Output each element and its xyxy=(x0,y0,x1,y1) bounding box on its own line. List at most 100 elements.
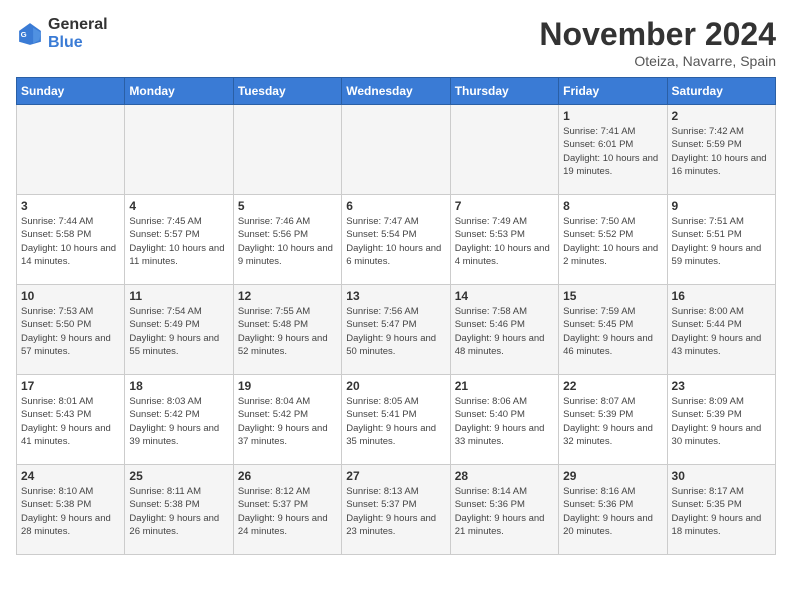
day-info: Sunrise: 7:55 AM Sunset: 5:48 PM Dayligh… xyxy=(238,305,337,358)
calendar-week-3: 10 Sunrise: 7:53 AM Sunset: 5:50 PM Dayli… xyxy=(17,285,776,375)
day-info: Sunrise: 7:53 AM Sunset: 5:50 PM Dayligh… xyxy=(21,305,120,358)
day-number: 17 xyxy=(21,379,120,393)
day-info: Sunrise: 7:47 AM Sunset: 5:54 PM Dayligh… xyxy=(346,215,445,268)
day-info: Sunrise: 8:04 AM Sunset: 5:42 PM Dayligh… xyxy=(238,395,337,448)
day-number: 9 xyxy=(672,199,771,213)
calendar-cell: 24Sunrise: 8:10 AM Sunset: 5:38 PM Dayli… xyxy=(17,465,125,555)
day-info: Sunrise: 8:17 AM Sunset: 5:35 PM Dayligh… xyxy=(672,485,771,538)
location: Oteiza, Navarre, Spain xyxy=(539,53,776,69)
calendar-cell: 30 Sunrise: 8:17 AM Sunset: 5:35 PM Dayli… xyxy=(667,465,775,555)
day-number: 23 xyxy=(672,379,771,393)
calendar-cell: 1Sunrise: 7:41 AM Sunset: 6:01 PM Daylig… xyxy=(559,105,667,195)
day-info: Sunrise: 7:49 AM Sunset: 5:53 PM Dayligh… xyxy=(455,215,554,268)
day-number: 7 xyxy=(455,199,554,213)
day-info: Sunrise: 8:16 AM Sunset: 5:36 PM Dayligh… xyxy=(563,485,662,538)
page-header: G General Blue November 2024 Oteiza, Nav… xyxy=(16,16,776,69)
day-number: 11 xyxy=(129,289,228,303)
day-number: 2 xyxy=(672,109,771,123)
day-number: 8 xyxy=(563,199,662,213)
calendar-cell: 13 Sunrise: 7:56 AM Sunset: 5:47 PM Dayli… xyxy=(342,285,450,375)
day-number: 5 xyxy=(238,199,337,213)
day-info: Sunrise: 7:45 AM Sunset: 5:57 PM Dayligh… xyxy=(129,215,228,268)
calendar-week-4: 17 Sunrise: 8:01 AM Sunset: 5:43 PM Dayli… xyxy=(17,375,776,465)
day-number: 30 xyxy=(672,469,771,483)
day-info: Sunrise: 7:42 AM Sunset: 5:59 PM Dayligh… xyxy=(672,125,771,178)
day-info: Sunrise: 7:50 AM Sunset: 5:52 PM Dayligh… xyxy=(563,215,662,268)
calendar-cell xyxy=(17,105,125,195)
weekday-header-row: SundayMondayTuesdayWednesdayThursdayFrid… xyxy=(17,78,776,105)
day-number: 4 xyxy=(129,199,228,213)
day-info: Sunrise: 8:09 AM Sunset: 5:39 PM Dayligh… xyxy=(672,395,771,448)
calendar-cell: 27 Sunrise: 8:13 AM Sunset: 5:37 PM Dayli… xyxy=(342,465,450,555)
logo-icon: G xyxy=(16,20,44,48)
day-info: Sunrise: 8:01 AM Sunset: 5:43 PM Dayligh… xyxy=(21,395,120,448)
day-number: 6 xyxy=(346,199,445,213)
calendar-cell: 2 Sunrise: 7:42 AM Sunset: 5:59 PM Daylig… xyxy=(667,105,775,195)
day-number: 3 xyxy=(21,199,120,213)
calendar-cell: 10 Sunrise: 7:53 AM Sunset: 5:50 PM Dayli… xyxy=(17,285,125,375)
weekday-header-friday: Friday xyxy=(559,78,667,105)
day-number: 10 xyxy=(21,289,120,303)
calendar-week-1: 1Sunrise: 7:41 AM Sunset: 6:01 PM Daylig… xyxy=(17,105,776,195)
calendar-cell: 15Sunrise: 7:59 AM Sunset: 5:45 PM Dayli… xyxy=(559,285,667,375)
day-info: Sunrise: 7:54 AM Sunset: 5:49 PM Dayligh… xyxy=(129,305,228,358)
calendar-cell: 12 Sunrise: 7:55 AM Sunset: 5:48 PM Dayli… xyxy=(233,285,341,375)
day-info: Sunrise: 7:56 AM Sunset: 5:47 PM Dayligh… xyxy=(346,305,445,358)
day-number: 27 xyxy=(346,469,445,483)
day-number: 24 xyxy=(21,469,120,483)
day-info: Sunrise: 8:03 AM Sunset: 5:42 PM Dayligh… xyxy=(129,395,228,448)
title-block: November 2024 Oteiza, Navarre, Spain xyxy=(539,16,776,69)
day-info: Sunrise: 8:12 AM Sunset: 5:37 PM Dayligh… xyxy=(238,485,337,538)
weekday-header-saturday: Saturday xyxy=(667,78,775,105)
calendar-body: 1Sunrise: 7:41 AM Sunset: 6:01 PM Daylig… xyxy=(17,105,776,555)
day-number: 28 xyxy=(455,469,554,483)
day-number: 12 xyxy=(238,289,337,303)
calendar-cell: 17 Sunrise: 8:01 AM Sunset: 5:43 PM Dayli… xyxy=(17,375,125,465)
day-number: 29 xyxy=(563,469,662,483)
logo-text: General Blue xyxy=(48,16,108,52)
calendar-cell: 18 Sunrise: 8:03 AM Sunset: 5:42 PM Dayli… xyxy=(125,375,233,465)
calendar-cell: 6 Sunrise: 7:47 AM Sunset: 5:54 PM Daylig… xyxy=(342,195,450,285)
calendar-header: SundayMondayTuesdayWednesdayThursdayFrid… xyxy=(17,78,776,105)
weekday-header-monday: Monday xyxy=(125,78,233,105)
calendar-cell: 14Sunrise: 7:58 AM Sunset: 5:46 PM Dayli… xyxy=(450,285,558,375)
weekday-header-wednesday: Wednesday xyxy=(342,78,450,105)
calendar-cell: 28 Sunrise: 8:14 AM Sunset: 5:36 PM Dayli… xyxy=(450,465,558,555)
day-info: Sunrise: 8:00 AM Sunset: 5:44 PM Dayligh… xyxy=(672,305,771,358)
svg-text:G: G xyxy=(21,30,27,39)
day-number: 22 xyxy=(563,379,662,393)
calendar-cell: 4 Sunrise: 7:45 AM Sunset: 5:57 PM Daylig… xyxy=(125,195,233,285)
day-info: Sunrise: 8:05 AM Sunset: 5:41 PM Dayligh… xyxy=(346,395,445,448)
calendar-table: SundayMondayTuesdayWednesdayThursdayFrid… xyxy=(16,77,776,555)
calendar-cell xyxy=(125,105,233,195)
calendar-cell xyxy=(342,105,450,195)
day-number: 19 xyxy=(238,379,337,393)
day-number: 18 xyxy=(129,379,228,393)
day-info: Sunrise: 8:13 AM Sunset: 5:37 PM Dayligh… xyxy=(346,485,445,538)
calendar-week-2: 3 Sunrise: 7:44 AM Sunset: 5:58 PM Daylig… xyxy=(17,195,776,285)
month-title: November 2024 xyxy=(539,16,776,53)
calendar-cell: 22 Sunrise: 8:07 AM Sunset: 5:39 PM Dayli… xyxy=(559,375,667,465)
day-number: 21 xyxy=(455,379,554,393)
day-number: 13 xyxy=(346,289,445,303)
day-info: Sunrise: 8:07 AM Sunset: 5:39 PM Dayligh… xyxy=(563,395,662,448)
day-info: Sunrise: 7:51 AM Sunset: 5:51 PM Dayligh… xyxy=(672,215,771,268)
weekday-header-thursday: Thursday xyxy=(450,78,558,105)
calendar-cell xyxy=(450,105,558,195)
day-number: 16 xyxy=(672,289,771,303)
calendar-cell: 3 Sunrise: 7:44 AM Sunset: 5:58 PM Daylig… xyxy=(17,195,125,285)
day-info: Sunrise: 7:44 AM Sunset: 5:58 PM Dayligh… xyxy=(21,215,120,268)
calendar-cell xyxy=(233,105,341,195)
day-info: Sunrise: 7:59 AM Sunset: 5:45 PM Dayligh… xyxy=(563,305,662,358)
day-number: 1 xyxy=(563,109,662,123)
calendar-cell: 8 Sunrise: 7:50 AM Sunset: 5:52 PM Daylig… xyxy=(559,195,667,285)
calendar-cell: 21Sunrise: 8:06 AM Sunset: 5:40 PM Dayli… xyxy=(450,375,558,465)
logo: G General Blue xyxy=(16,16,108,52)
calendar-cell: 16 Sunrise: 8:00 AM Sunset: 5:44 PM Dayli… xyxy=(667,285,775,375)
calendar-cell: 23 Sunrise: 8:09 AM Sunset: 5:39 PM Dayli… xyxy=(667,375,775,465)
day-info: Sunrise: 7:46 AM Sunset: 5:56 PM Dayligh… xyxy=(238,215,337,268)
calendar-cell: 25Sunrise: 8:11 AM Sunset: 5:38 PM Dayli… xyxy=(125,465,233,555)
calendar-cell: 7 Sunrise: 7:49 AM Sunset: 5:53 PM Daylig… xyxy=(450,195,558,285)
day-info: Sunrise: 8:14 AM Sunset: 5:36 PM Dayligh… xyxy=(455,485,554,538)
calendar-cell: 9 Sunrise: 7:51 AM Sunset: 5:51 PM Daylig… xyxy=(667,195,775,285)
